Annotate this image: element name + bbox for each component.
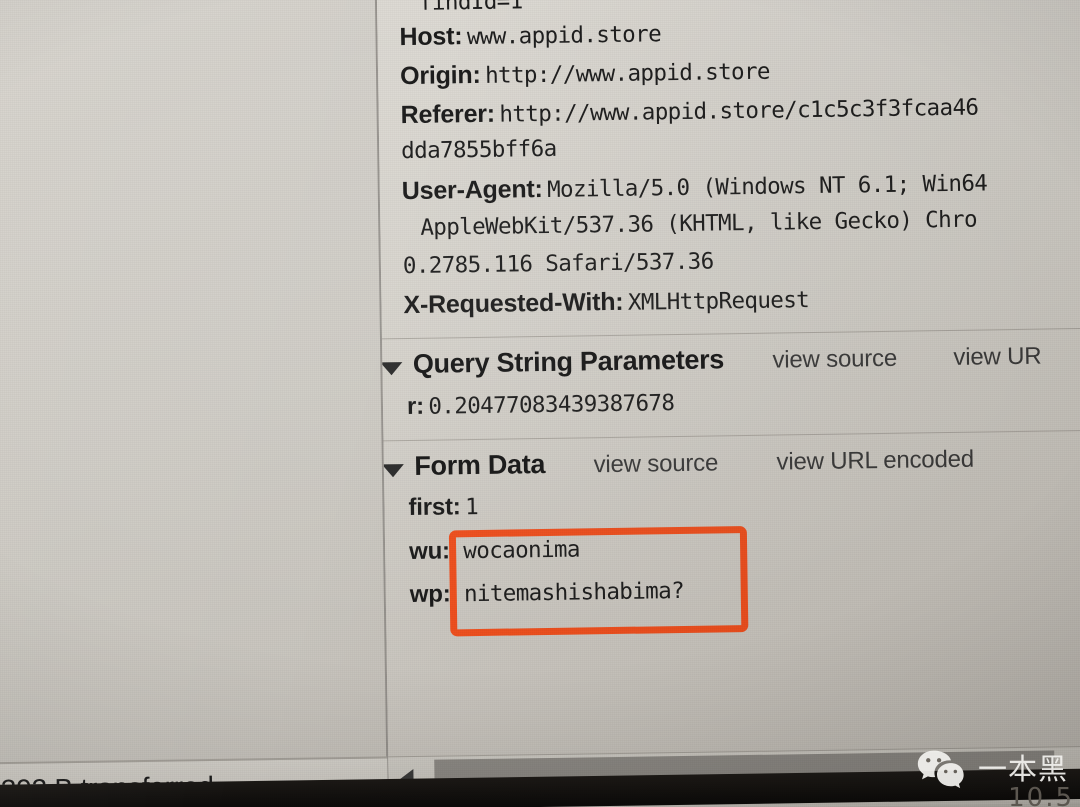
view-source-link[interactable]: view source — [772, 345, 897, 374]
form-param-row-wp: wp: nitemashishabima? — [409, 577, 685, 609]
disclosure-triangle-down-icon[interactable] — [380, 362, 403, 376]
header-row-user-agent-wrap-2: 0.2785.116 Safari/537.36 — [402, 248, 714, 280]
clock-text: 10.5 — [1008, 783, 1074, 807]
watermark-text: 一本黑 — [977, 751, 1068, 786]
devtools-left-pane — [0, 0, 388, 803]
section-title: Form Data — [414, 449, 546, 481]
header-row-x-requested-with: X-Requested-With: XMLHttpRequest — [403, 287, 810, 320]
header-row-host: Host: www.appid.store — [399, 21, 662, 52]
screen-content: form-urlencode Cookie: ASP.NET_SessionId… — [0, 0, 1080, 807]
header-row-referer-wrap: dda7855bff6a — [401, 135, 557, 165]
header-row-origin: Origin: http://www.appid.store — [399, 58, 771, 91]
section-separator-form-data — [383, 429, 1080, 442]
section-header-form-data[interactable]: Form Data view source view URL encoded — [381, 443, 974, 483]
view-url-encoded-link[interactable]: view URL encoded — [776, 446, 974, 476]
header-row-user-agent: User-Agent: Mozilla/5.0 (Windows NT 6.1;… — [401, 170, 988, 206]
header-row-user-agent-wrap-1: AppleWebKit/537.36 (KHTML, like Gecko) C… — [420, 206, 978, 241]
disclosure-triangle-down-icon[interactable] — [381, 464, 405, 478]
view-url-encoded-link[interactable]: view UR — [953, 343, 1041, 371]
section-header-query-string[interactable]: Query String Parameters view source view… — [380, 340, 1042, 381]
wechat-icon — [917, 750, 964, 789]
section-separator-query-string — [381, 327, 1080, 340]
view-source-link[interactable]: view source — [593, 449, 718, 478]
header-row-referer: Referer: http://www.appid.store/c1c5c3f3… — [400, 94, 979, 130]
form-param-row-wu: wu: wocaonima — [408, 536, 581, 566]
section-title: Query String Parameters — [412, 344, 725, 379]
header-row-findid: findId=1 — [418, 0, 523, 16]
query-param-row-r: r: 0.20477083439387678 — [406, 390, 675, 421]
photograph-of-screen: form-urlencode Cookie: ASP.NET_SessionId… — [0, 0, 1080, 807]
form-param-row-first: first: 1 — [408, 493, 479, 522]
request-headers-pane: form-urlencode Cookie: ASP.NET_SessionId… — [376, 0, 1080, 797]
